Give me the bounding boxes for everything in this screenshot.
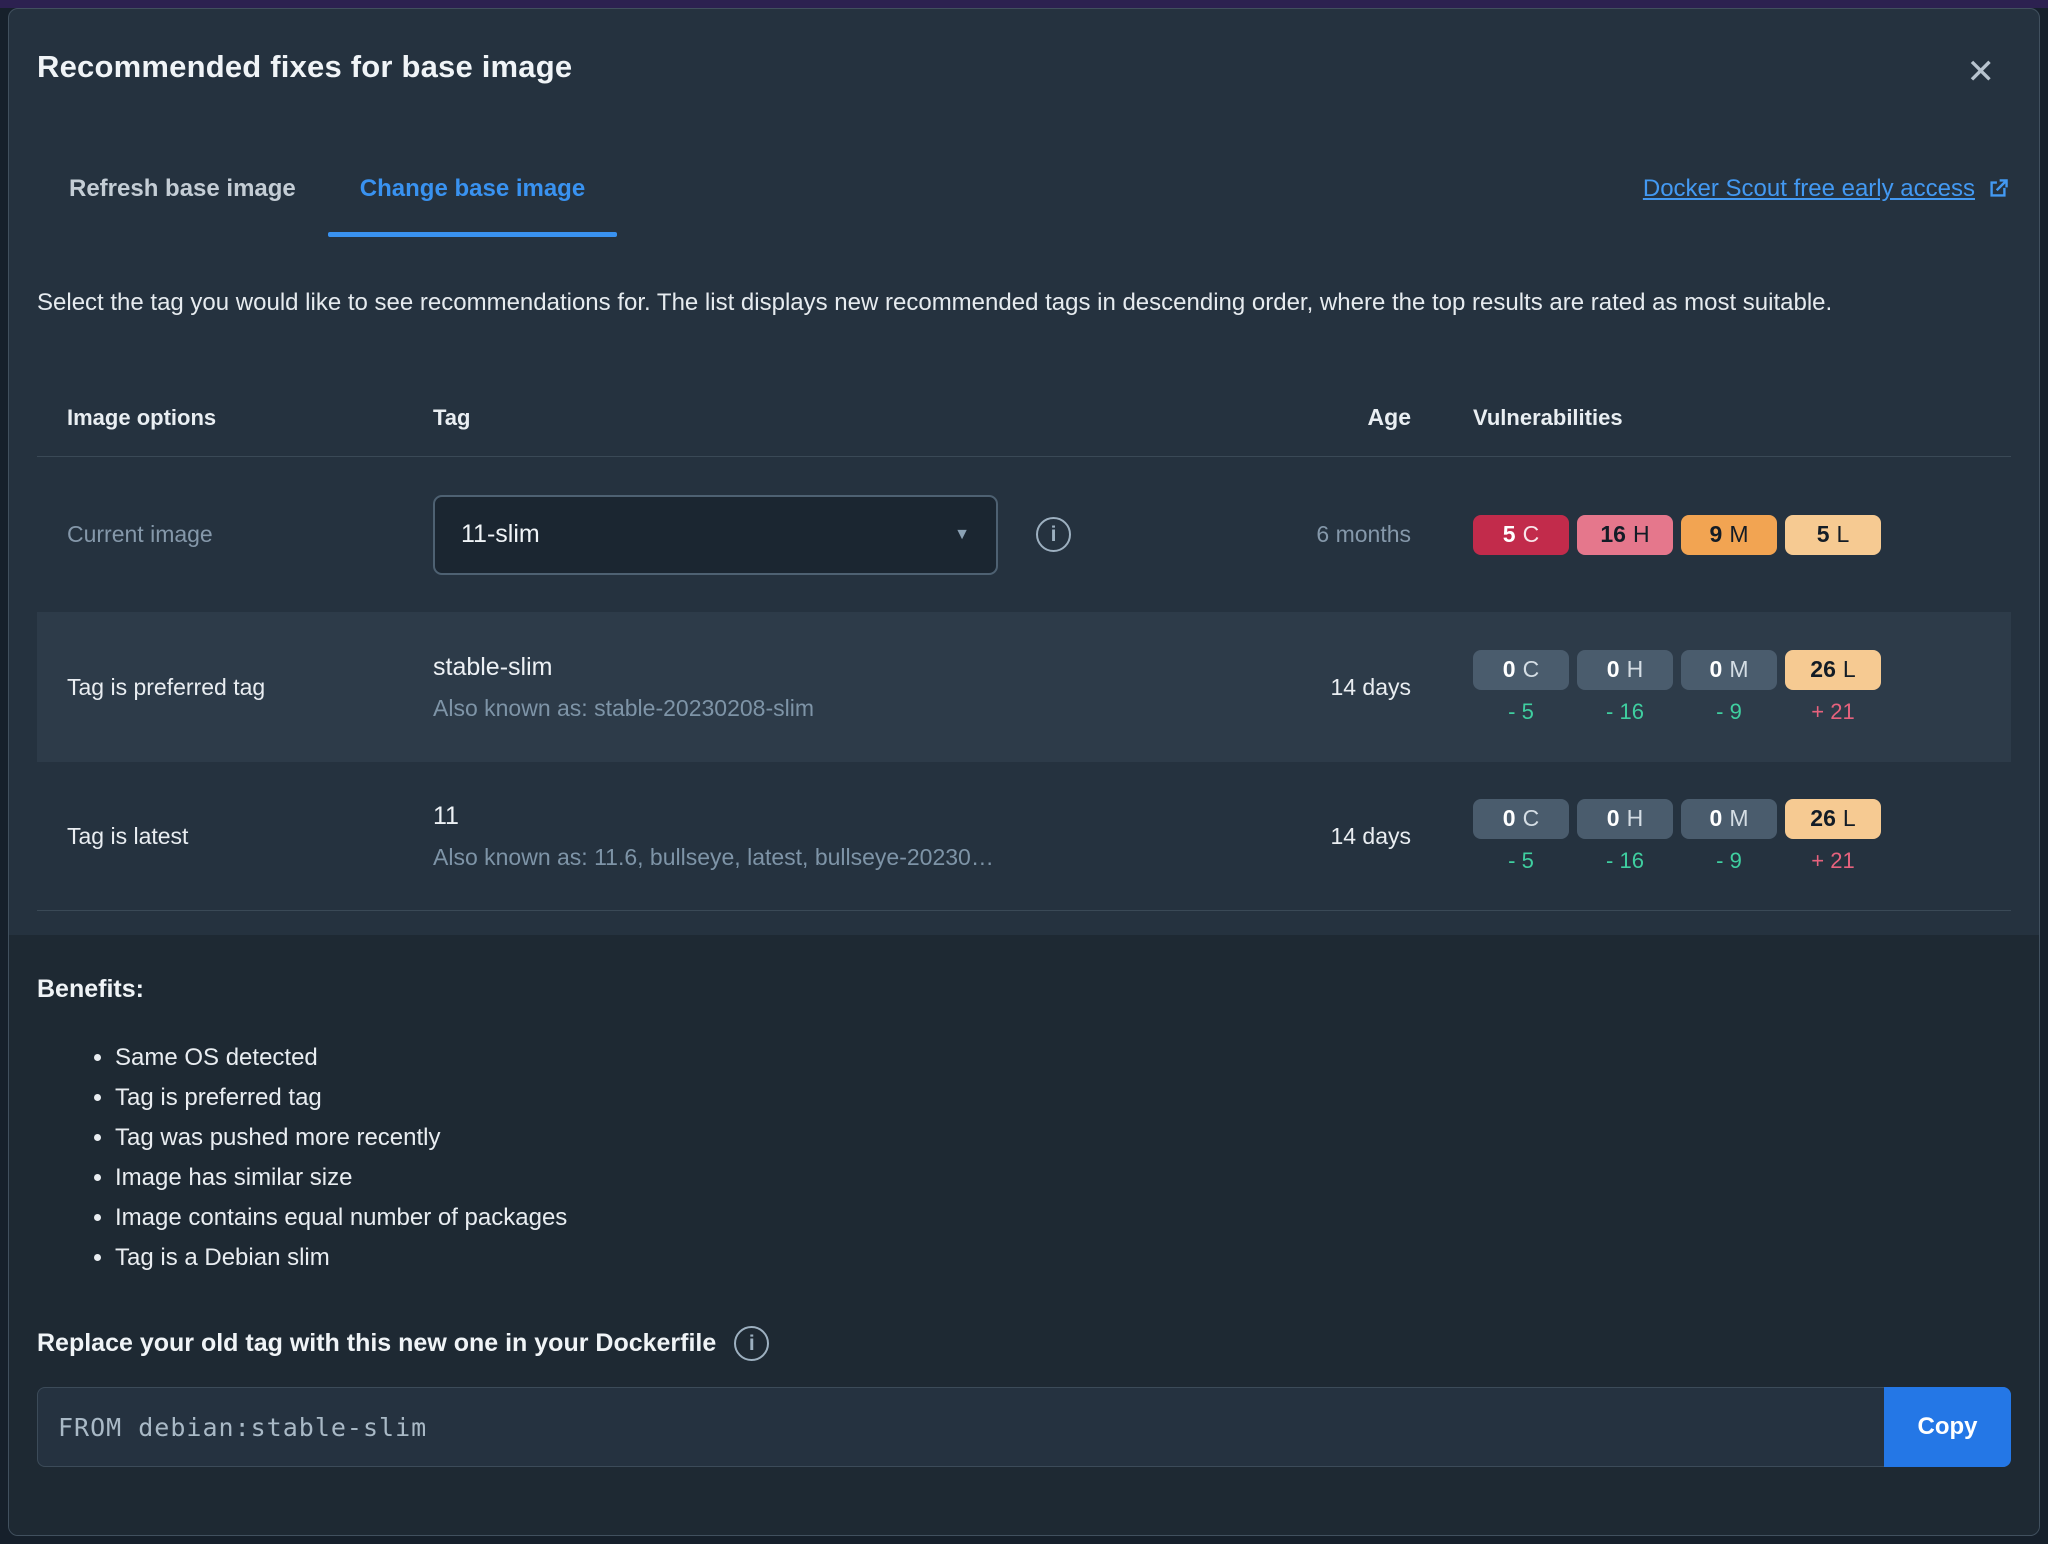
badge-letter: H [1626, 656, 1644, 682]
benefit-item: Tag is preferred tag [115, 1078, 2011, 1118]
badge-letter: M [1729, 805, 1749, 831]
row-age: 14 days [1330, 822, 1411, 849]
delta-medium: - 9 [1716, 698, 1742, 724]
badge-medium: 0M [1681, 649, 1777, 690]
tag-alias: Also known as: 11.6, bullseye, latest, b… [433, 843, 994, 870]
badge-count: 0 [1709, 656, 1723, 682]
badge-count: 16 [1600, 521, 1626, 547]
badge-count: 26 [1810, 656, 1836, 682]
tab-change-base-image[interactable]: Change base image [327, 141, 618, 237]
vulnerability-badges: 0C 0H 0M 26 L - 5 - 16 - 9 + 21 [1473, 798, 2011, 874]
benefits-heading: Benefits: [37, 975, 144, 1003]
delta-critical: - 5 [1508, 698, 1534, 724]
table-row-current-image: Current image 11-slim ▼ i 6 months 5C 16… [37, 457, 2011, 612]
benefit-item: Image has similar size [115, 1158, 2011, 1198]
badge-low: 26 L [1785, 798, 1881, 839]
benefit-item: Image contains equal number of packages [115, 1198, 2011, 1238]
badge-low: 26 L [1785, 649, 1881, 690]
badge-medium: 9M [1681, 514, 1777, 555]
badge-letter: M [1729, 656, 1749, 682]
row-option-label: Current image [67, 521, 213, 547]
recommended-fixes-dialog: Recommended fixes for base image ✕ Refre… [8, 8, 2040, 1536]
app-background-strip [0, 0, 2048, 8]
dockerfile-heading: Replace your old tag with this new one i… [37, 1329, 717, 1357]
tag-select-dropdown[interactable]: 11-slim ▼ [433, 494, 998, 575]
header-image-options: Image options [67, 404, 217, 430]
row-age: 14 days [1330, 673, 1411, 700]
row-option-label: Tag is preferred tag [67, 673, 266, 700]
badge-letter: H [1632, 521, 1650, 547]
badge-letter: M [1729, 521, 1749, 547]
badge-count: 0 [1709, 805, 1723, 831]
badge-critical: 5C [1473, 514, 1569, 555]
dockerfile-code-field[interactable]: FROM debian:stable-slim [37, 1387, 2011, 1467]
dialog-description: Select the tag you would like to see rec… [37, 289, 1833, 316]
badge-count: 9 [1709, 521, 1723, 547]
tabs-row: Refresh base image Change base image Doc… [37, 141, 2011, 237]
badge-high: 0H [1577, 798, 1673, 839]
delta-medium: - 9 [1716, 847, 1742, 873]
benefit-item: Tag was pushed more recently [115, 1118, 2011, 1158]
badge-letter: C [1522, 656, 1540, 682]
delta-low: + 21 [1811, 698, 1855, 724]
docker-scout-link-label: Docker Scout free early access [1642, 175, 1975, 202]
external-link-icon [1990, 179, 2008, 197]
benefit-item: Tag is a Debian slim [115, 1238, 2011, 1278]
badge-count: 5 [1502, 521, 1516, 547]
benefits-list: Same OS detected Tag is preferred tag Ta… [37, 1038, 2011, 1278]
tag-select-value: 11-slim [461, 520, 540, 548]
copy-button[interactable]: Copy [1884, 1387, 2011, 1467]
info-icon[interactable]: i [734, 1326, 770, 1361]
vulnerability-badges: 0C 0H 0M 26 L - 5 - 16 - 9 + 21 [1473, 649, 2011, 725]
row-option-label: Tag is latest [67, 822, 189, 849]
badge-critical: 0C [1473, 798, 1569, 839]
badge-critical: 0C [1473, 649, 1569, 690]
dialog-upper-section: Recommended fixes for base image ✕ Refre… [9, 9, 2039, 935]
benefits-panel: Benefits: Same OS detected Tag is prefer… [9, 935, 2039, 1535]
dialog-title-row: Recommended fixes for base image ✕ [37, 49, 2011, 89]
badge-count: 0 [1502, 656, 1516, 682]
page-title: Recommended fixes for base image [37, 49, 573, 84]
badge-count: 0 [1606, 805, 1620, 831]
badge-letter: L [1842, 805, 1856, 831]
tag-name: stable-slim [433, 652, 553, 681]
benefit-item: Same OS detected [115, 1038, 2011, 1078]
badge-letter: H [1626, 805, 1644, 831]
delta-high: - 16 [1606, 698, 1644, 724]
info-icon[interactable]: i [1036, 517, 1071, 552]
badge-high: 0H [1577, 649, 1673, 690]
tab-refresh-base-image[interactable]: Refresh base image [37, 141, 328, 237]
recommendations-table: Image options Tag Age Vulnerabilities Cu… [37, 379, 2011, 911]
badge-letter: C [1522, 521, 1540, 547]
badge-count: 26 [1810, 805, 1836, 831]
header-age: Age [1367, 404, 1411, 430]
delta-critical: - 5 [1508, 847, 1534, 873]
badge-medium: 0M [1681, 798, 1777, 839]
delta-low: + 21 [1811, 847, 1855, 873]
table-row-latest-tag[interactable]: Tag is latest 11 Also known as: 11.6, bu… [37, 762, 2011, 911]
chevron-down-icon: ▼ [954, 525, 970, 543]
header-vulnerabilities: Vulnerabilities [1473, 404, 1623, 430]
docker-scout-link[interactable]: Docker Scout free early access [1643, 175, 2011, 203]
badge-letter: L [1842, 656, 1856, 682]
dockerfile-code-row: FROM debian:stable-slim Copy [37, 1387, 2011, 1467]
dockerfile-heading-row: Replace your old tag with this new one i… [37, 1326, 2011, 1361]
tag-name: 11 [433, 801, 459, 830]
badge-low: 5L [1785, 514, 1881, 555]
badge-letter: L [1836, 521, 1850, 547]
tag-alias: Also known as: stable-20230208-slim [433, 694, 814, 721]
header-tag: Tag [433, 404, 471, 430]
close-icon[interactable]: ✕ [1967, 55, 1996, 89]
badge-count: 0 [1502, 805, 1516, 831]
table-row-preferred-tag[interactable]: Tag is preferred tag stable-slim Also kn… [37, 612, 2011, 762]
vulnerability-badges: 5C 16 H 9M 5L [1473, 514, 2011, 555]
badge-letter: C [1522, 805, 1540, 831]
row-age: 6 months [1316, 521, 1411, 547]
table-header-row: Image options Tag Age Vulnerabilities [37, 379, 2011, 457]
badge-high: 16 H [1577, 514, 1673, 555]
badge-count: 0 [1606, 656, 1620, 682]
delta-high: - 16 [1606, 847, 1644, 873]
badge-count: 5 [1816, 521, 1830, 547]
